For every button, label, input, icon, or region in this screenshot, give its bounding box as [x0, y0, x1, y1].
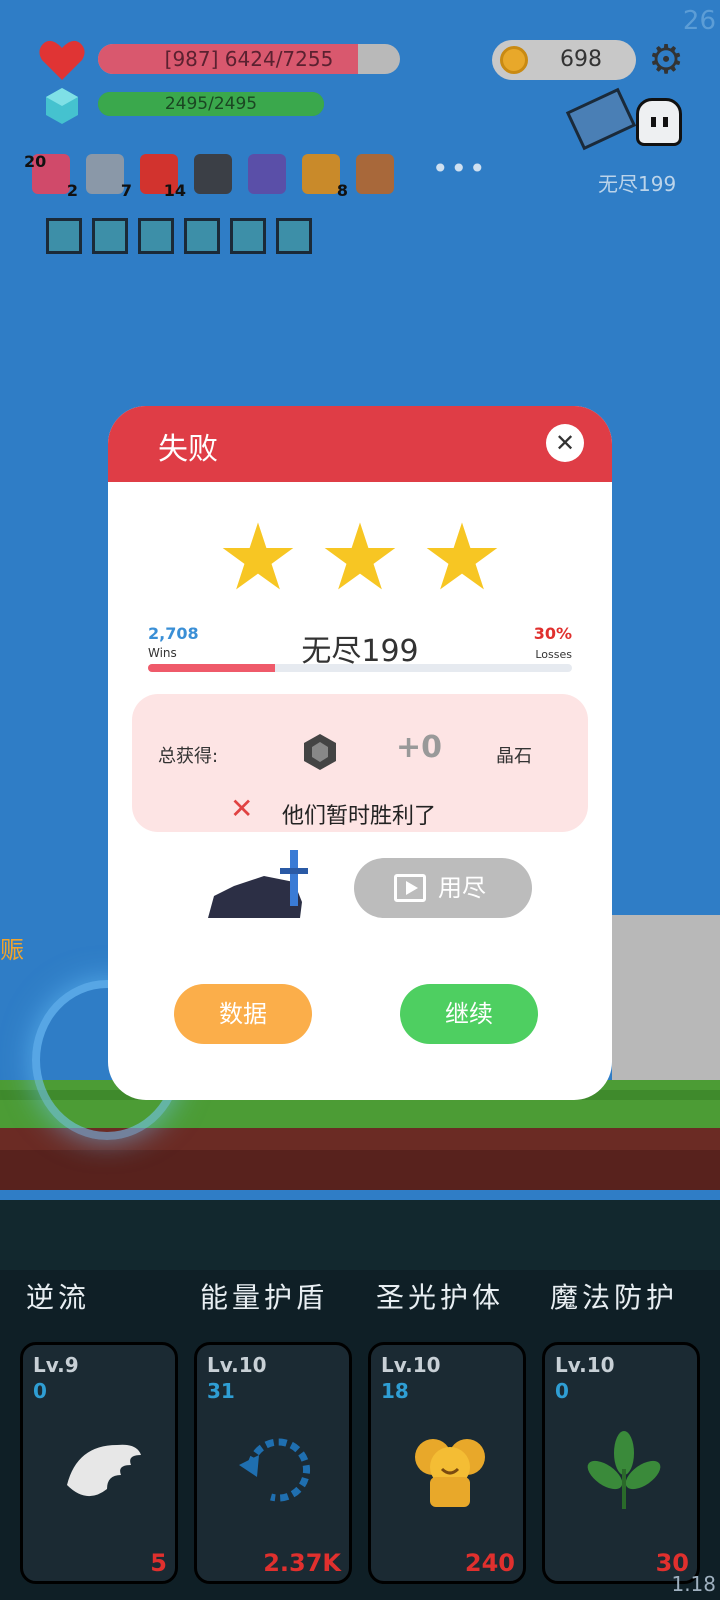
skull-book-icon	[194, 154, 232, 194]
fail-message: 他们暂时胜利了	[282, 804, 437, 829]
skill-cost: 2.37K	[263, 1549, 341, 1577]
skill-title-2: 能量护盾	[200, 1281, 329, 1314]
coin-counter: 698	[492, 40, 636, 80]
defeat-dialog: 失败 ✕ ★ ★ ★ 2,708 Wins 无尽199 30% Losses 总…	[108, 406, 612, 1100]
ghost-icon[interactable]	[636, 98, 682, 146]
skill-card-4[interactable]: Lv.10 0 30	[542, 1342, 700, 1584]
inventory-count: 7	[120, 181, 132, 200]
buff-angel-icon[interactable]	[92, 218, 128, 254]
gear-icon[interactable]: ⚙	[646, 40, 686, 80]
sword-icon	[86, 154, 124, 194]
star-icon: ★	[318, 504, 402, 611]
buff-angel-icon[interactable]	[46, 218, 82, 254]
buff-skull-icon[interactable]	[138, 218, 174, 254]
refresh-shield-icon	[239, 1438, 311, 1502]
crystal-icon	[304, 734, 336, 770]
star-rating: ★ ★ ★	[108, 504, 612, 611]
buff-swirl-icon[interactable]	[276, 218, 312, 254]
video-button-label: 用尽	[438, 874, 486, 902]
coin-amount: 698	[560, 47, 602, 72]
skill-card-1[interactable]: Lv.9 0 5	[20, 1342, 178, 1584]
video-icon	[394, 874, 426, 902]
skill-cost: 240	[464, 1549, 515, 1577]
skill-level: Lv.9	[33, 1353, 79, 1377]
skill-title-1: 逆流	[26, 1281, 91, 1314]
skill-value: 0	[33, 1379, 47, 1403]
skill-card-2[interactable]: Lv.10 31 2.37K	[194, 1342, 352, 1584]
losses-number: 30%	[533, 624, 572, 643]
version-label: 1.18	[671, 1572, 716, 1596]
skill-panel-top	[0, 1200, 720, 1270]
wizard-hat-icon	[248, 154, 286, 194]
dirt-shade	[0, 1150, 720, 1190]
inventory-count-left: 20	[24, 152, 47, 171]
win-progress-bar	[148, 664, 572, 672]
heart-icon	[39, 40, 85, 80]
skill-value: 31	[207, 1379, 235, 1403]
continue-button[interactable]: 继续	[400, 984, 538, 1044]
hp-text: [987] 6424/7255	[164, 47, 334, 71]
mana-crystal-icon	[46, 88, 78, 124]
reward-unit: 晶石	[496, 746, 532, 767]
win-progress-fill	[148, 664, 276, 672]
losses-label: Losses	[535, 648, 572, 661]
star-icon: ★	[216, 504, 300, 611]
side-label: 赈	[0, 936, 24, 964]
fail-icon: ✕	[230, 792, 254, 825]
hp-bar: [987] 6424/7255	[98, 44, 400, 74]
inventory-count: 14	[163, 181, 186, 200]
skill-cost: 5	[150, 1549, 167, 1577]
data-button[interactable]: 数据	[174, 984, 312, 1044]
rock-hill	[612, 915, 720, 1085]
skill-level: Lv.10	[555, 1353, 615, 1377]
watch-video-button[interactable]: 用尽	[354, 858, 532, 918]
star-icon: ★	[420, 504, 504, 611]
skill-value: 0	[555, 1379, 569, 1403]
inventory-count: 2	[66, 181, 78, 200]
wing-icon	[67, 1444, 141, 1497]
holy-light-icon	[415, 1439, 485, 1507]
dialog-title: 失败	[158, 432, 218, 467]
inventory-item[interactable]: 8	[296, 150, 348, 200]
inventory-item[interactable]	[242, 150, 290, 198]
buff-swirl-icon[interactable]	[230, 218, 266, 254]
gold-book-icon	[302, 154, 340, 194]
close-button[interactable]: ✕	[546, 424, 584, 462]
skill-title-4: 魔法防护	[550, 1281, 679, 1314]
leaf-icon	[587, 1431, 661, 1509]
inventory-item[interactable]	[350, 150, 398, 198]
more-icon[interactable]: •••	[432, 152, 488, 185]
inventory-bar: 20 2 7 14 8	[24, 150, 398, 200]
mana-bar: 2495/2495	[98, 92, 324, 116]
inventory-item[interactable]: 20 2	[24, 150, 78, 200]
inventory-count: 8	[336, 181, 348, 200]
buff-row	[46, 218, 312, 254]
corner-counter: 26	[682, 6, 716, 36]
skill-level: Lv.10	[381, 1353, 441, 1377]
reward-label: 总获得:	[158, 746, 219, 767]
skill-card-3[interactable]: Lv.10 18 240	[368, 1342, 526, 1584]
mana-text: 2495/2495	[164, 94, 258, 114]
skill-value: 18	[381, 1379, 409, 1403]
meat-icon	[356, 154, 394, 194]
skill-title-3: 圣光护体	[376, 1281, 505, 1314]
coin-icon	[500, 46, 528, 74]
skill-level: Lv.10	[207, 1353, 267, 1377]
buff-swirl-icon[interactable]	[184, 218, 220, 254]
stage-label: 无尽199	[598, 172, 677, 196]
inventory-item[interactable]	[188, 150, 236, 198]
reward-value: +0	[396, 730, 443, 765]
reward-box: 总获得: +0 晶石 ✕ 他们暂时胜利了	[132, 694, 588, 832]
inventory-item[interactable]: 14	[134, 150, 186, 200]
sword-in-stone-icon	[208, 850, 308, 918]
inventory-item[interactable]: 7	[80, 150, 132, 200]
